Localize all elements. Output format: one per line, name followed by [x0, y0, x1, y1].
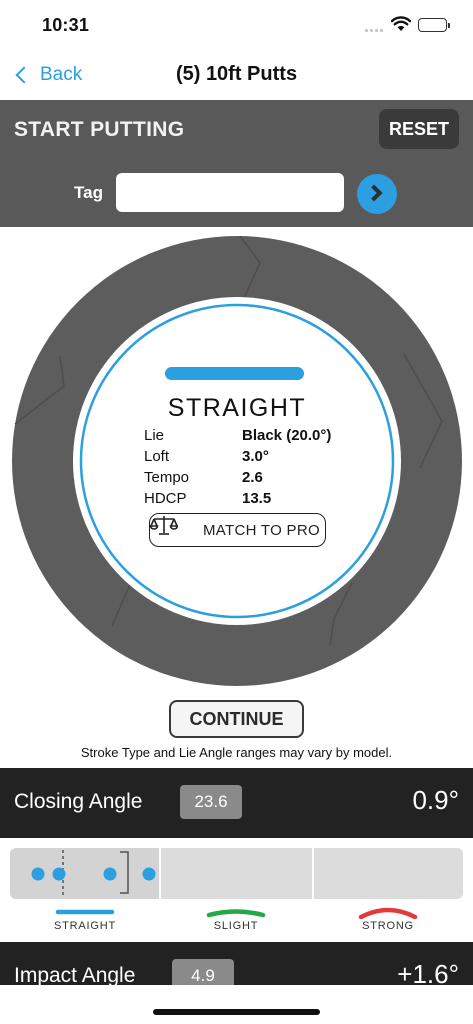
- home-indicator-area: [0, 985, 473, 1024]
- stat-row-tempo: Tempo 2.6: [144, 467, 344, 488]
- scale-icon: [150, 516, 178, 535]
- home-indicator[interactable]: [153, 1009, 320, 1015]
- start-putting-title: START PUTTING: [14, 118, 185, 141]
- legend-strong-swatch: [358, 907, 418, 919]
- stat-label: Loft: [144, 448, 170, 465]
- legend-straight-swatch: [55, 909, 115, 915]
- closing-angle-value: 0.9°: [412, 785, 459, 815]
- match-to-pro-button[interactable]: MATCH TO PRO: [149, 513, 326, 547]
- stat-row-lie: Lie Black (20.0°): [144, 425, 344, 446]
- stat-value: Black (20.0°): [242, 427, 332, 444]
- tag-submit-button[interactable]: [357, 174, 397, 214]
- closing-angle-label: Closing Angle: [14, 790, 143, 813]
- cellular-signal-icon: [365, 26, 385, 32]
- stroke-result-card: STRAIGHT Lie Black (20.0°) Loft 3.0° Tem…: [111, 339, 363, 591]
- legend-strong-label: STRONG: [362, 920, 414, 932]
- nav-bar: Back (5) 10ft Putts: [0, 50, 473, 100]
- stat-row-loft: Loft 3.0°: [144, 446, 344, 467]
- meter-graphic: [10, 848, 314, 899]
- legend-slight-label: SLIGHT: [213, 920, 259, 932]
- status-time: 10:31: [42, 15, 90, 35]
- closing-angle-bar: Closing Angle 23.6 0.9°: [0, 768, 473, 838]
- stat-value: 13.5: [242, 490, 272, 507]
- page-title: (5) 10ft Putts: [175, 63, 298, 85]
- tag-label: Tag: [74, 183, 103, 202]
- legend-straight: STRAIGHT: [40, 907, 130, 935]
- match-to-pro-label: MATCH TO PRO: [203, 522, 320, 539]
- status-bar: 10:31: [0, 0, 473, 50]
- reset-button[interactable]: RESET: [379, 109, 459, 149]
- legend-slight-swatch: [206, 909, 266, 918]
- closing-angle-meter: [10, 848, 463, 899]
- putting-dial: STRAIGHT Lie Black (20.0°) Loft 3.0° Tem…: [12, 236, 462, 686]
- chevron-right-icon: [365, 184, 383, 202]
- disclaimer-text: Stroke Type and Lie Angle ranges may var…: [80, 745, 393, 760]
- legend-straight-label: STRAIGHT: [53, 920, 116, 932]
- stat-label: HDCP: [144, 490, 187, 507]
- closing-angle-score-badge: 23.6: [180, 785, 242, 819]
- wifi-icon: [390, 16, 412, 32]
- battery-icon: [418, 18, 450, 32]
- stat-value: 2.6: [242, 469, 263, 486]
- continue-button[interactable]: CONTINUE: [169, 700, 304, 738]
- stroke-type-indicator: [165, 367, 304, 380]
- stat-row-hdcp: HDCP 13.5: [144, 488, 344, 509]
- stroke-stats: Lie Black (20.0°) Loft 3.0° Tempo 2.6 HD…: [144, 425, 344, 509]
- stroke-type: STRAIGHT: [167, 394, 307, 422]
- tag-input[interactable]: [116, 173, 344, 212]
- legend-slight: SLIGHT: [191, 907, 281, 935]
- stat-label: Lie: [144, 427, 165, 444]
- stat-value: 3.0°: [242, 448, 269, 465]
- legend-strong: STRONG: [343, 907, 433, 935]
- stat-label: Tempo: [144, 469, 190, 486]
